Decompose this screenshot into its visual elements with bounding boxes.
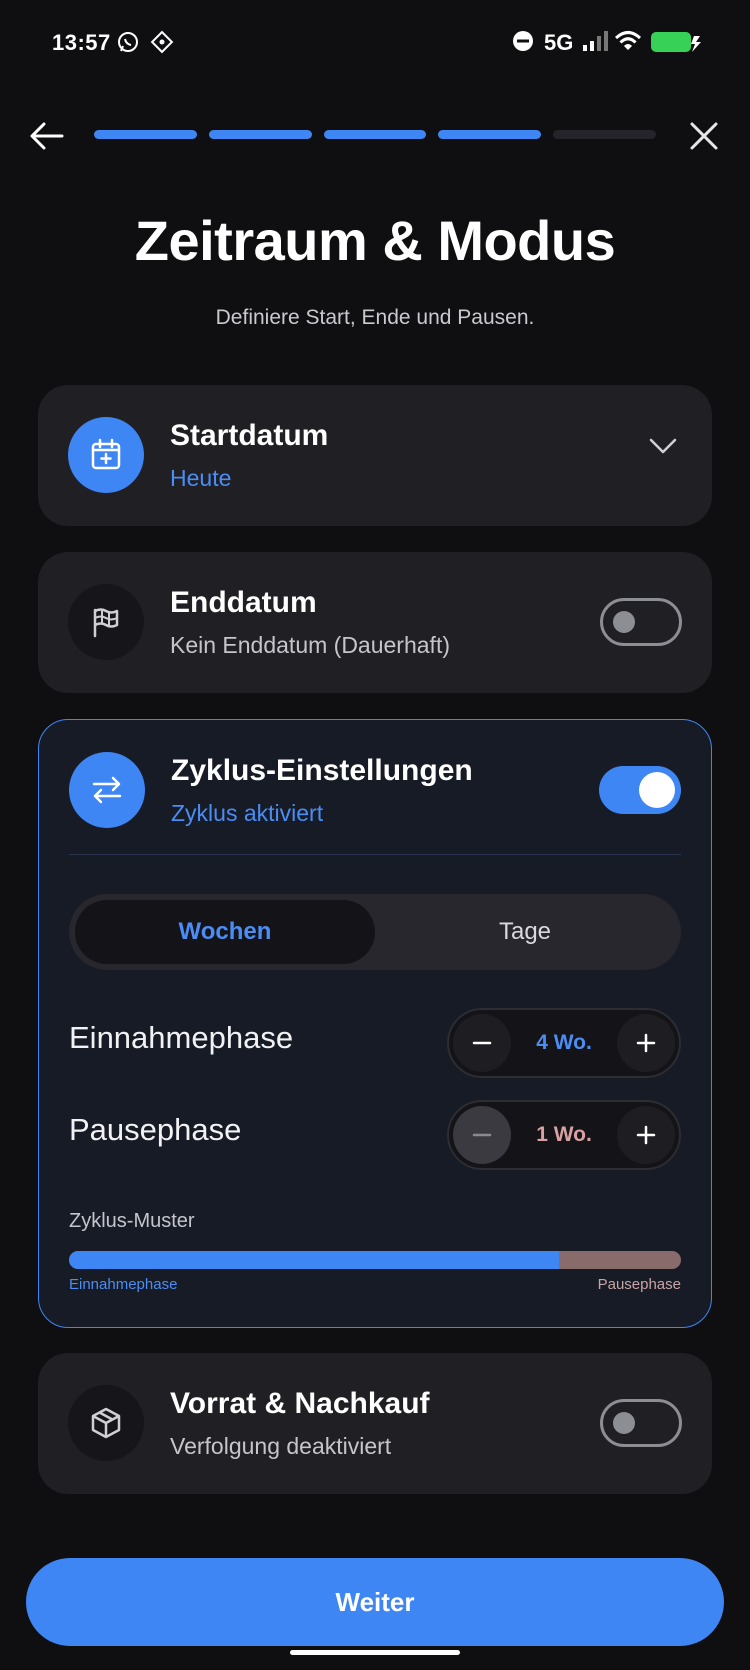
app-icon (150, 30, 174, 59)
unit-segmented-control: Wochen Tage (69, 894, 681, 970)
pause-decrement-button[interactable] (453, 1106, 511, 1164)
cycle-pattern-title: Zyklus-Muster (69, 1210, 195, 1232)
pause-phase-value: 1 Wo. (536, 1123, 592, 1146)
stock-restock-card: Vorrat & Nachkauf Verfolgung deaktiviert (38, 1353, 712, 1494)
cycle-toggle[interactable] (599, 766, 681, 814)
whatsapp-icon (116, 30, 140, 59)
end-date-value: Kein Enddatum (Dauerhaft) (170, 632, 450, 658)
cycle-pattern-bar (69, 1251, 681, 1269)
end-date-title: Enddatum (170, 586, 317, 619)
stock-toggle[interactable] (600, 1399, 682, 1447)
intake-phase-stepper: 4 Wo. (447, 1008, 681, 1078)
dnd-icon (512, 30, 534, 57)
progress-segment (208, 130, 312, 139)
calendar-icon (68, 417, 144, 493)
progress-segment (323, 130, 427, 139)
close-button[interactable] (682, 114, 726, 158)
start-date-title: Startdatum (170, 419, 329, 452)
cycle-pattern-intake-fill (69, 1251, 559, 1269)
toggle-knob (613, 1412, 635, 1434)
intake-decrement-button[interactable] (453, 1014, 511, 1072)
arrow-left-icon (30, 122, 64, 150)
progress-segment (94, 130, 197, 139)
start-date-card[interactable]: Startdatum Heute (38, 385, 712, 526)
stock-value: Verfolgung deaktiviert (170, 1433, 392, 1459)
next-button[interactable]: Weiter (26, 1558, 724, 1646)
toggle-knob (613, 611, 635, 633)
box-icon (68, 1385, 144, 1461)
intake-increment-button[interactable] (617, 1014, 675, 1072)
flag-icon (68, 584, 144, 660)
intake-phase-value: 4 Wo. (536, 1031, 592, 1054)
unit-option-days[interactable]: Tage (375, 900, 675, 964)
minus-icon (472, 1133, 492, 1137)
end-date-toggle[interactable] (600, 598, 682, 646)
page-subtitle: Definiere Start, Ende und Pausen. (215, 306, 535, 329)
network-label: 5G (544, 30, 574, 55)
end-date-card: Enddatum Kein Enddatum (Dauerhaft) (38, 552, 712, 693)
status-bar: 13:57 5G (0, 0, 750, 86)
plus-icon (636, 1125, 656, 1145)
signal-icon (582, 30, 608, 57)
status-time: 13:57 (52, 30, 111, 55)
pattern-legend-pause: Pausephase (597, 1276, 681, 1293)
cycle-status: Zyklus aktiviert (171, 800, 324, 826)
cycle-settings-card: Zyklus-Einstellungen Zyklus aktiviert Wo… (38, 719, 712, 1328)
minus-icon (472, 1041, 492, 1045)
stock-title: Vorrat & Nachkauf (170, 1387, 430, 1420)
unit-option-weeks[interactable]: Wochen (75, 900, 375, 964)
page-title: Zeitraum & Modus (134, 209, 616, 272)
battery-charging-icon (650, 30, 702, 59)
progress-segment (553, 130, 656, 139)
pause-phase-label: Pausephase (69, 1112, 242, 1147)
close-icon (690, 122, 718, 150)
progress-segment (438, 130, 542, 139)
back-button[interactable] (24, 114, 68, 158)
home-indicator (290, 1650, 460, 1655)
pause-increment-button[interactable] (617, 1106, 675, 1164)
wifi-icon (614, 30, 642, 57)
divider (69, 854, 681, 855)
intake-phase-label: Einnahmephase (69, 1020, 294, 1055)
cycle-title: Zyklus-Einstellungen (171, 754, 473, 787)
chevron-down-icon[interactable] (648, 437, 678, 460)
pause-phase-stepper: 1 Wo. (447, 1100, 681, 1170)
pattern-legend-intake: Einnahmephase (69, 1276, 178, 1293)
plus-icon (636, 1033, 656, 1053)
toggle-knob (639, 772, 675, 808)
swap-arrows-icon (69, 752, 145, 828)
progress-indicator (94, 130, 656, 139)
start-date-value: Heute (170, 465, 232, 491)
